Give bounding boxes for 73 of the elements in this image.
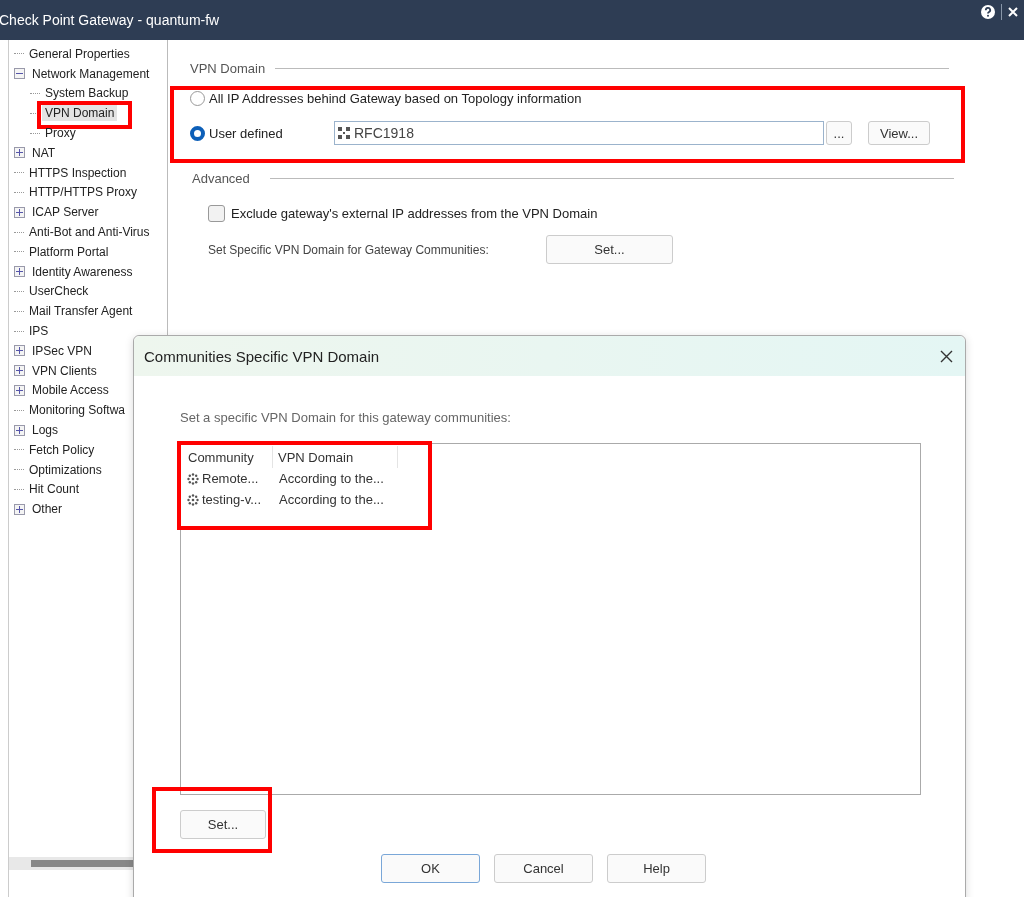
tree-item[interactable]: HTTP/HTTPS Proxy [26,184,140,201]
tree-item[interactable]: Identity Awareness [29,263,136,280]
tree-item[interactable]: UserCheck [26,283,92,300]
table-cell: testing-v... [202,492,261,507]
tree-item[interactable]: Logs [29,422,62,439]
tree-item[interactable]: IPSec VPN [29,342,96,359]
communities-label: Set Specific VPN Domain for Gateway Communities: [208,242,490,257]
radio-button[interactable] [190,90,205,106]
expander-toggle[interactable] [14,147,25,159]
instruction-text: Set a specific VPN Domain for this gateway communities: [180,410,512,425]
tree-item[interactable]: Optimizations [26,461,105,478]
tree-item[interactable]: General Properties [26,45,133,62]
tree-item[interactable]: IPS [26,323,52,340]
checkbox[interactable] [208,205,225,222]
expander-toggle[interactable] [14,384,25,396]
expander-toggle[interactable] [14,503,25,515]
tree-item[interactable]: Fetch Policy [26,441,98,458]
tree-item[interactable]: Hit Count [26,481,83,498]
tree-item[interactable]: VPN Domain [42,105,118,122]
expander-toggle[interactable] [14,424,25,436]
field-value: RFC1918 [354,125,414,141]
dotted-ring-icon [187,493,199,506]
column-header[interactable]: VPN Domain [273,446,398,468]
expander-toggle[interactable] [14,345,25,357]
plus-icon [16,386,23,394]
expander-toggle[interactable] [14,68,25,80]
tree-item[interactable]: Platform Portal [26,243,112,260]
help-icon[interactable] [981,5,995,19]
column-header[interactable]: Community [183,446,273,468]
plus-icon [16,149,23,157]
dialog-button[interactable]: Cancel [494,854,593,883]
tree-item[interactable]: Other [29,501,65,518]
table-cell-text: According to the... [278,491,385,509]
window-title: Check Point Gateway - quantum-fw [0,12,221,28]
plus-icon [16,347,23,355]
section-heading: Advanced [192,170,250,186]
tree-item[interactable]: System Backup [42,85,132,102]
checkbox-label: Exclude gateway's external IP addresses from the VPN Domain [231,206,598,221]
plus-icon [16,208,23,216]
grid-icon [338,127,350,139]
dialog-button[interactable]: OK [381,854,480,883]
tree-item[interactable]: VPN Clients [29,362,100,379]
plus-icon [16,268,23,276]
plus-icon [16,367,23,375]
view-button[interactable]: View... [868,121,930,145]
input-field[interactable]: RFC1918 [334,121,824,145]
section-heading: VPN Domain [190,60,266,76]
tree-item[interactable]: Anti-Bot and Anti-Virus [26,224,153,241]
table-cell-text: According to the... [278,470,385,488]
tree-item[interactable]: Monitoring Softwa [26,402,129,419]
set-button[interactable]: Set... [546,235,673,264]
tree-item[interactable]: Mobile Access [29,382,112,399]
option-label: User defined [209,125,284,141]
tree-item[interactable]: NAT [29,144,59,161]
radio-button[interactable] [190,125,205,141]
close-icon[interactable] [940,349,953,363]
set-button[interactable]: Set... [180,810,266,839]
browse-button[interactable]: ... [826,121,852,145]
tree-item[interactable]: Mail Transfer Agent [26,303,136,320]
table-cell: Remote... [202,471,259,486]
expander-toggle[interactable] [14,365,25,377]
dotted-ring-icon [187,472,199,485]
tree-item[interactable]: HTTPS Inspection [26,164,130,181]
tree-item[interactable]: ICAP Server [29,204,102,221]
plus-icon [16,426,23,434]
dialog-button[interactable]: Help [607,854,706,883]
dialog-title: Communities Specific VPN Domain [144,347,381,365]
expander-toggle[interactable] [14,206,25,218]
expander-toggle[interactable] [14,266,25,278]
tree-item[interactable]: Network Management [29,65,153,82]
plus-icon [16,505,23,513]
option-label: All IP Addresses behind Gateway based on Topology information [209,90,582,106]
tree-item[interactable]: Proxy [42,125,79,142]
